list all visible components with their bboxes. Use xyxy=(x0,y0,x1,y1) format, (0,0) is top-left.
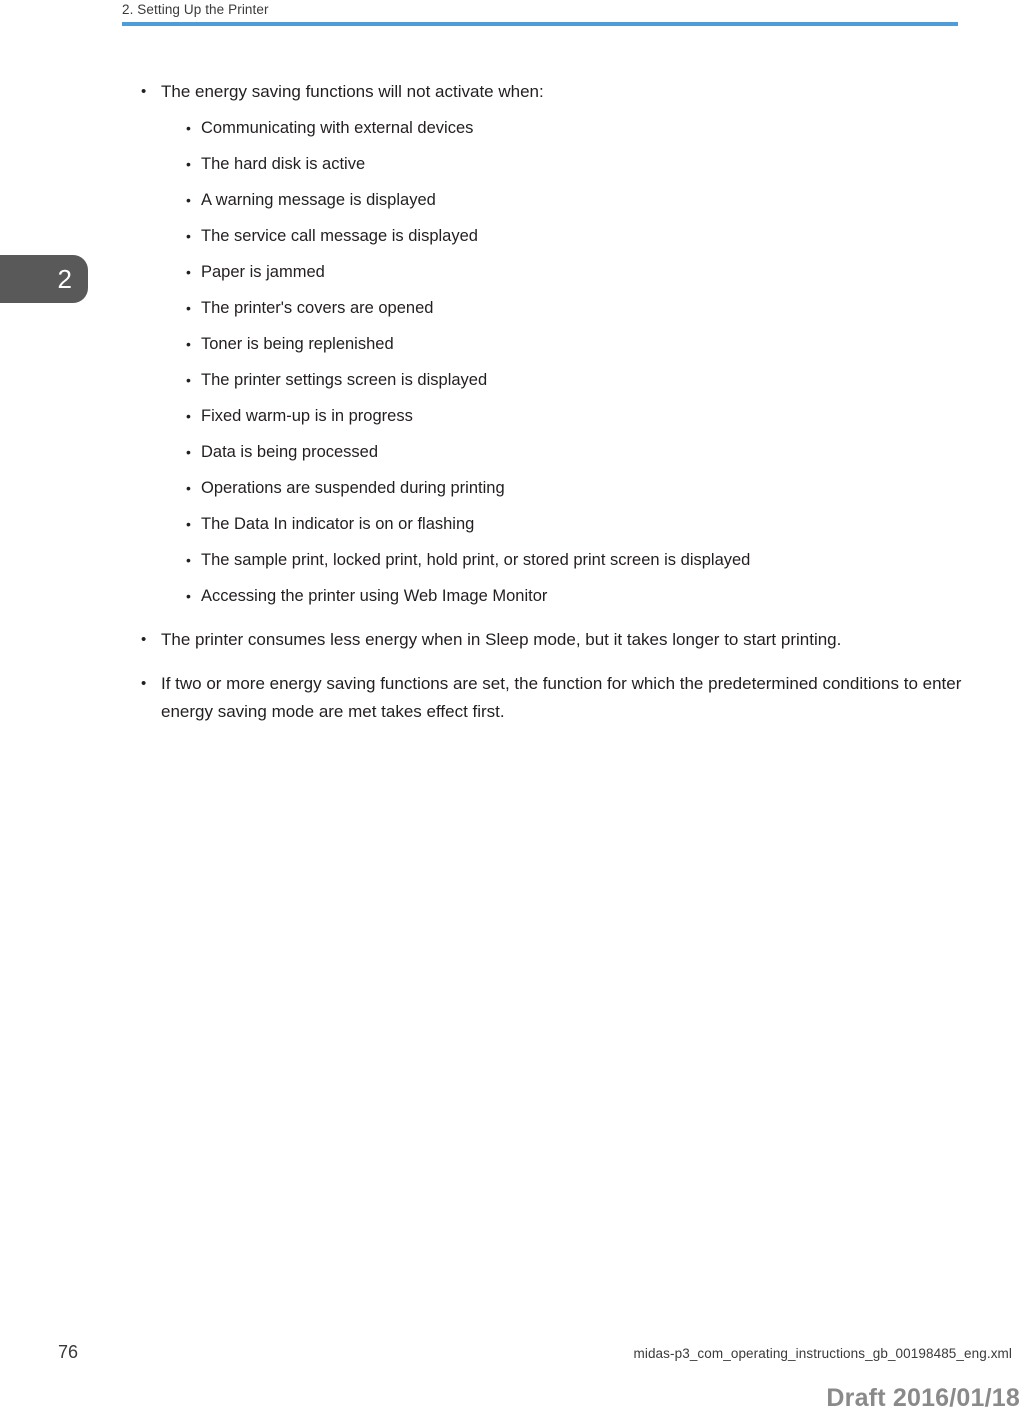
source-filename: midas-p3_com_operating_instructions_gb_0… xyxy=(633,1346,1012,1361)
nested-list-item-text: The Data In indicator is on or flashing xyxy=(201,515,475,533)
nested-list-item: • Toner is being replenished xyxy=(161,330,1032,358)
nested-list-item-text: Accessing the printer using Web Image Mo… xyxy=(201,587,548,605)
nested-list-item-text: Data is being processed xyxy=(201,443,379,461)
nested-list-item-text: The hard disk is active xyxy=(201,155,366,173)
nested-list-item: • The printer settings screen is displaye… xyxy=(161,366,1032,394)
draft-watermark-label: Draft 2016/01/18 xyxy=(826,1384,1020,1412)
nested-list-item: • The hard disk is active xyxy=(161,150,1032,178)
nested-list-item-text: Fixed warm-up is in progress xyxy=(201,407,413,425)
running-header-title: 2. Setting Up the Printer xyxy=(122,2,269,17)
nested-list-item-text: The printer's covers are opened xyxy=(201,299,434,317)
page-header: 2. Setting Up the Printer xyxy=(0,0,1032,30)
bullet-icon: • xyxy=(186,300,191,316)
nested-list-item-text: The service call message is displayed xyxy=(201,227,478,245)
list-item-text: The energy saving functions will not act… xyxy=(161,82,544,101)
list-item-text: The printer consumes less energy when in… xyxy=(161,630,842,649)
list-item-text: If two or more energy saving functions a… xyxy=(161,674,962,721)
bullet-icon: • xyxy=(186,264,191,280)
nested-list-item-text: The printer settings screen is displayed xyxy=(201,371,488,389)
nested-list-item: • Communicating with external devices xyxy=(161,114,1032,142)
bullet-icon: • xyxy=(186,588,191,604)
nested-list-item-text: A warning message is displayed xyxy=(201,191,436,209)
list-item: • The printer consumes less energy when i… xyxy=(0,626,1032,654)
bullet-icon: • xyxy=(141,675,147,692)
list-item: • The energy saving functions will not ac… xyxy=(0,78,1032,610)
nested-list-item-text: Paper is jammed xyxy=(201,263,325,281)
nested-list-item-text: Toner is being replenished xyxy=(201,335,394,353)
bullet-icon: • xyxy=(186,156,191,172)
bullet-icon: • xyxy=(186,444,191,460)
nested-list-item: • The sample print, locked print, hold pr… xyxy=(161,546,1032,574)
bullet-icon: • xyxy=(186,336,191,352)
nested-list-item-text: The sample print, locked print, hold pri… xyxy=(201,551,751,569)
bullet-icon: • xyxy=(141,83,147,100)
nested-list-item: • The service call message is displayed xyxy=(161,222,1032,250)
bullet-icon: • xyxy=(186,552,191,568)
nested-list-item-text: Operations are suspended during printing xyxy=(201,479,505,497)
page-content: • The energy saving functions will not ac… xyxy=(0,78,1032,742)
nested-list-item: • The Data In indicator is on or flashing xyxy=(161,510,1032,538)
nested-list-item: • Operations are suspended during printin… xyxy=(161,474,1032,502)
bullet-icon: • xyxy=(186,372,191,388)
nested-list-item: • The printer's covers are opened xyxy=(161,294,1032,322)
nested-list-item: • Accessing the printer using Web Image M… xyxy=(161,582,1032,610)
bullet-icon: • xyxy=(186,408,191,424)
nested-list-item: • Fixed warm-up is in progress xyxy=(161,402,1032,430)
nested-list-item: • Data is being processed xyxy=(161,438,1032,466)
page-footer: 76 midas-p3_com_operating_instructions_g… xyxy=(0,1336,1032,1421)
bullet-icon: • xyxy=(186,228,191,244)
nested-list-item-text: Communicating with external devices xyxy=(201,119,474,137)
nested-bullet-list: • Communicating with external devices • The… xyxy=(161,114,1032,610)
nested-list-item: • Paper is jammed xyxy=(161,258,1032,286)
header-divider-rule xyxy=(122,22,958,26)
bullet-icon: • xyxy=(186,516,191,532)
bullet-icon: • xyxy=(186,480,191,496)
list-item: • If two or more energy saving functions … xyxy=(0,670,1032,726)
bullet-icon: • xyxy=(141,631,147,648)
top-level-bullet-list: • The energy saving functions will not ac… xyxy=(0,78,1032,726)
bullet-icon: • xyxy=(186,120,191,136)
nested-list-item: • A warning message is displayed xyxy=(161,186,1032,214)
bullet-icon: • xyxy=(186,192,191,208)
